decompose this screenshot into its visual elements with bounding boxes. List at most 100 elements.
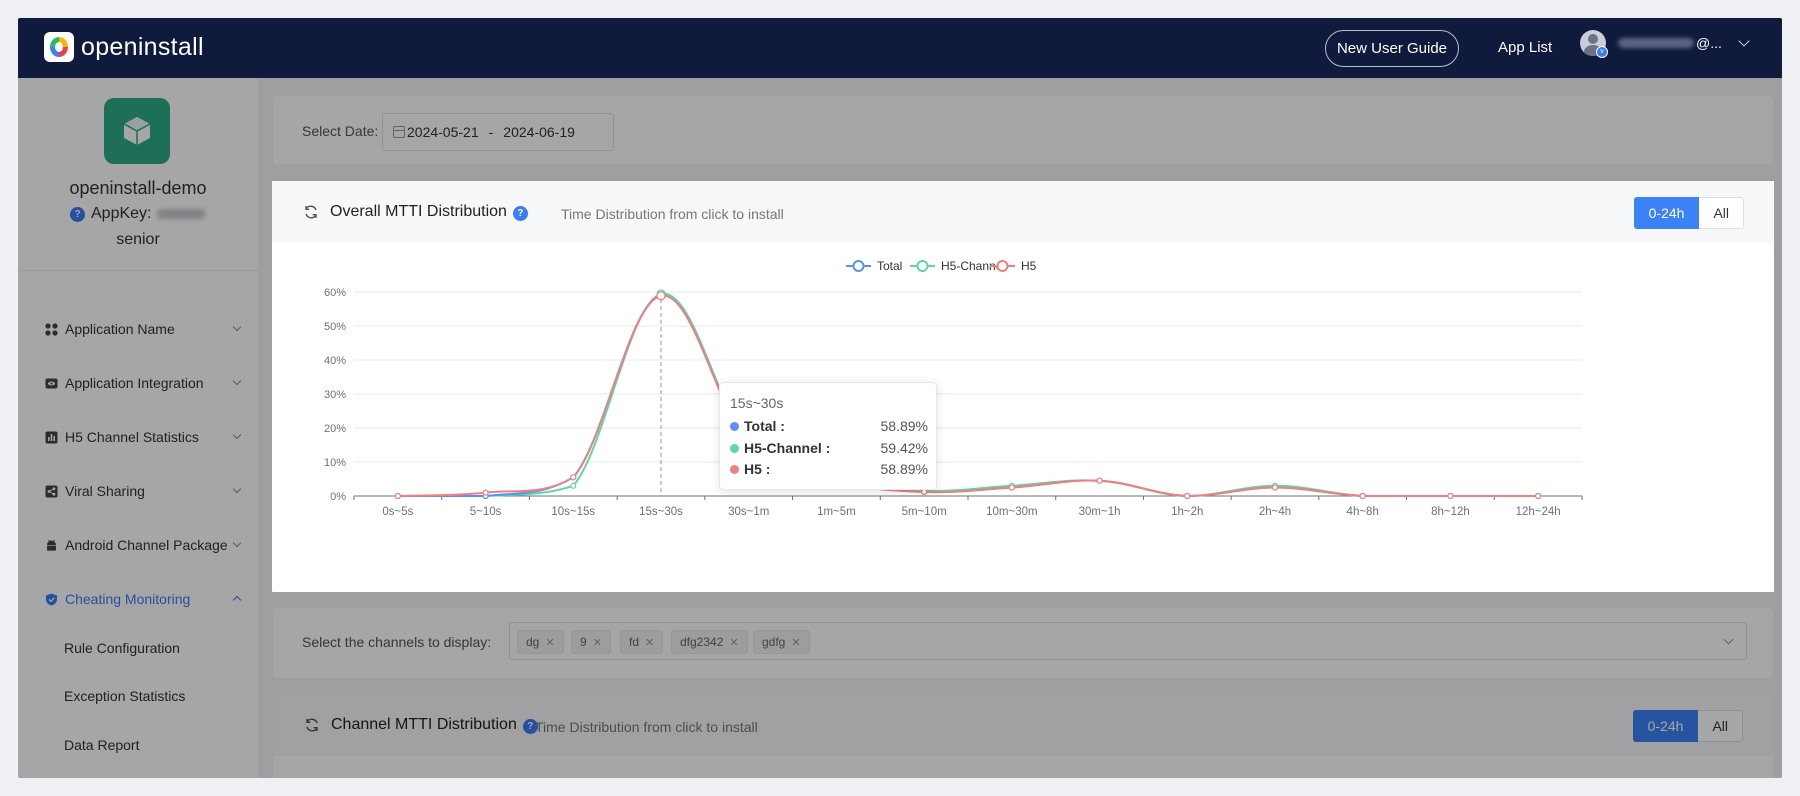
app-cube-icon [104,98,170,164]
dim-overlay [1774,181,1782,592]
tooltip-series-value: 58.89% [880,418,928,434]
chevron-down-icon[interactable] [1723,634,1734,645]
tooltip-series-value: 59.42% [880,440,928,456]
help-icon[interactable]: ? [512,206,528,221]
close-icon[interactable]: ✕ [593,636,602,649]
sidebar-item-h5-channel-statistics[interactable]: H5 Channel Statistics [44,425,250,449]
brand-logo[interactable]: openinstall [44,32,204,62]
data-point [656,291,666,301]
sidebar-item-label: Viral Sharing [65,483,145,499]
data-point [921,488,928,496]
chart-tooltip: 15s~30s Total : 58.89% H5-Channel : 59.4… [719,382,937,490]
tag-label: 9 [580,635,587,649]
channel-tag[interactable]: fd ✕ [620,630,664,654]
channel-tag[interactable]: dfg2342 ✕ [671,630,748,654]
close-icon[interactable]: ✕ [645,636,654,649]
range-toggle: 0-24h All [1632,710,1743,742]
x-tick-label: 1h~2h [1171,506,1203,518]
x-tick-label: 4h~8h [1347,506,1379,518]
openinstall-logo-icon [44,32,74,62]
y-tick-label: 50% [324,321,346,333]
series-dot-icon [730,421,739,431]
sidebar-item-cheating-monitoring[interactable]: Cheating Monitoring [44,587,250,611]
close-icon[interactable]: ✕ [729,636,738,649]
appkey-row: ? AppKey: [70,205,206,223]
plan-level: senior [116,231,160,248]
legend-label: H5 [1021,259,1037,273]
overall-title-text: Overall MTTI Distribution [330,203,507,220]
new-user-guide-button[interactable]: New User Guide [1325,30,1459,67]
close-icon[interactable]: ✕ [545,636,554,649]
date-separator: - [488,124,494,140]
chevron-up-icon [232,595,242,605]
y-tick-label: 40% [324,355,346,367]
tag-label: dg [526,635,540,649]
user-email-suffix: @... [1696,35,1722,51]
bar-chart-icon [44,430,58,444]
y-tick-label: 20% [324,423,346,435]
app-list-link[interactable]: App List [1498,39,1552,56]
y-tick-label: 30% [324,389,346,401]
sidebar-item-label: Application Integration [65,375,204,391]
data-point [394,492,401,500]
sidebar: openinstall-demo ? AppKey: senior Applic… [18,78,258,778]
channel-tag[interactable]: dg ✕ [517,630,564,654]
date-start: 2024-05-21 [407,124,479,140]
close-icon[interactable]: ✕ [791,636,800,649]
range-0-24h-button[interactable]: 0-24h [1632,710,1699,742]
x-tick-label: 10s~15s [551,506,595,518]
data-point [1184,492,1191,500]
app-window: openinstall New User Guide App List v @.… [18,18,1782,778]
refresh-icon[interactable] [304,717,320,733]
sidebar-item-label: Application Name [65,321,175,337]
data-point [1096,477,1103,484]
card-title: Overall MTTI Distribution ? [330,203,528,221]
legend-marker [916,260,929,272]
legend-label: Total [877,259,902,273]
x-tick-label: 10m~30m [986,506,1037,518]
refresh-icon[interactable] [303,204,319,220]
range-all-button[interactable]: All [1698,710,1743,742]
top-navbar: openinstall New User Guide App List v @.… [18,18,1782,78]
channel-tag[interactable]: 9 ✕ [571,630,611,654]
date-filter-panel: Select Date: 2024-05-21 - 2024-06-19 [273,96,1773,164]
android-icon [44,538,58,552]
sidebar-item-application-integration[interactable]: Application Integration [44,371,250,395]
data-point [1359,492,1366,500]
x-tick-label: 1m~5m [817,506,856,518]
channel-tag[interactable]: gdfg ✕ [753,630,810,654]
chevron-down-icon [232,430,242,440]
channel-multiselect[interactable]: dg ✕ 9 ✕ fd ✕ dfg2342 ✕ gdfg ✕ [509,622,1747,660]
channel-mtti-card: Channel MTTI Distribution ? Time Distrib… [273,694,1773,778]
sidebar-subitem-rule-configuration[interactable]: Rule Configuration [64,640,180,656]
data-point [570,482,577,489]
divider [18,270,258,271]
sidebar-subitem-data-report[interactable]: Data Report [64,737,139,753]
sidebar-subitem-exception-statistics[interactable]: Exception Statistics [64,688,185,704]
channel-select-label: Select the channels to display: [302,634,492,650]
help-icon[interactable]: ? [70,206,85,222]
range-all-button[interactable]: All [1699,197,1744,229]
verified-badge-icon: v [1596,46,1608,58]
x-tick-label: 8h~12h [1431,506,1470,518]
sidebar-item-android-channel-package[interactable]: Android Channel Package [44,533,250,557]
tooltip-series-value: 58.89% [880,461,928,477]
redacted-appkey [157,209,206,219]
range-0-24h-button[interactable]: 0-24h [1633,197,1700,229]
series-dot-icon [730,443,739,453]
user-menu[interactable]: v @... [1580,30,1750,58]
chevron-down-icon [1738,35,1750,47]
sidebar-item-application-name[interactable]: Application Name [44,317,250,341]
chevron-down-icon [232,376,242,386]
redacted-username [1618,38,1694,48]
date-range-picker[interactable]: 2024-05-21 - 2024-06-19 [382,113,614,151]
sidebar-item-label: H5 Channel Statistics [65,429,199,445]
date-end: 2024-06-19 [503,124,575,140]
mtti-line-chart[interactable]: 0% 10% 20% 30% 40% 50% 60% 0s~5s 5~10s 10s~15s 15s… [272,243,1774,592]
sidebar-item-viral-sharing[interactable]: Viral Sharing [44,479,250,503]
share-icon [44,484,58,498]
tag-label: gdfg [762,635,786,649]
card-subtitle: Time Distribution from click to install [535,719,758,735]
y-tick-label: 10% [324,457,346,469]
channel-filter-panel: Select the channels to display: dg ✕ 9 ✕ f… [273,608,1773,678]
